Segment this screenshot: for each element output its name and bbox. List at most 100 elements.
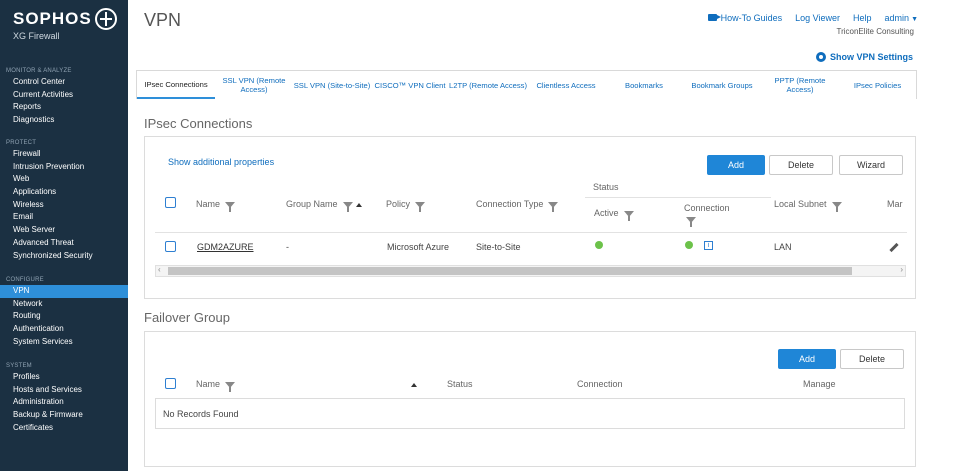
scroll-left-icon[interactable]: ‹ <box>158 265 161 274</box>
active-column-label: Active <box>594 208 619 218</box>
nav-section-configure: CONFIGURE VPN Network Routing Authentica… <box>0 275 128 348</box>
admin-menu[interactable]: admin ▼ <box>885 13 918 23</box>
edit-pencil-icon[interactable] <box>889 242 899 253</box>
sidebar-item-current-activities[interactable]: Current Activities <box>0 89 128 102</box>
sidebar-item-profiles[interactable]: Profiles <box>0 371 128 384</box>
howto-guides-link[interactable]: How-To Guides <box>707 13 783 23</box>
sidebar: SOPHOS XG Firewall MONITOR & ANALYZE Con… <box>0 0 128 471</box>
filter-icon[interactable] <box>415 201 426 212</box>
active-column-header[interactable]: Active <box>594 208 634 221</box>
filter-icon[interactable] <box>623 210 634 221</box>
group-name-column-label: Group Name <box>286 199 338 209</box>
gear-icon <box>815 52 826 62</box>
failover-panel: Add Delete Name Status Connection Manage… <box>144 331 916 467</box>
status-divider <box>585 197 771 198</box>
failover-status-column-header: Status <box>447 379 473 389</box>
wizard-button[interactable]: Wizard <box>839 155 903 175</box>
filter-icon[interactable] <box>225 381 236 392</box>
tab-bookmark-groups[interactable]: Bookmark Groups <box>683 71 761 99</box>
filter-icon[interactable] <box>831 201 842 212</box>
sidebar-item-reports[interactable]: Reports <box>0 101 128 114</box>
sidebar-item-applications[interactable]: Applications <box>0 186 128 199</box>
globe-icon <box>95 8 117 30</box>
horizontal-scrollbar[interactable]: ‹ › <box>155 265 906 277</box>
sidebar-item-email[interactable]: Email <box>0 211 128 224</box>
tab-cisco-vpn-client[interactable]: CISCO™ VPN Client <box>371 71 449 99</box>
scrollbar-thumb[interactable] <box>168 267 852 275</box>
row-divider <box>155 232 907 233</box>
sidebar-item-wireless[interactable]: Wireless <box>0 199 128 212</box>
tab-bookmarks[interactable]: Bookmarks <box>605 71 683 99</box>
sidebar-item-backup-firmware[interactable]: Backup & Firmware <box>0 409 128 422</box>
video-icon <box>707 14 721 21</box>
connection-type-column-header[interactable]: Connection Type <box>476 199 559 212</box>
sidebar-item-administration[interactable]: Administration <box>0 396 128 409</box>
help-link[interactable]: Help <box>853 13 872 23</box>
sort-up-icon[interactable] <box>355 202 362 207</box>
failover-name-column-label: Name <box>196 379 221 389</box>
sidebar-item-system-services[interactable]: System Services <box>0 336 128 349</box>
group-name-cell: - <box>286 242 289 252</box>
howto-guides-label: How-To Guides <box>720 13 783 23</box>
policy-column-header[interactable]: Policy <box>386 199 426 212</box>
sidebar-item-routing[interactable]: Routing <box>0 310 128 323</box>
no-records-text: No Records Found <box>163 409 239 419</box>
scroll-right-icon[interactable]: › <box>900 265 903 274</box>
filter-icon[interactable] <box>548 201 559 212</box>
local-subnet-column-label: Local Subnet <box>774 199 827 209</box>
failover-delete-button[interactable]: Delete <box>840 349 904 369</box>
tab-ipsec-connections[interactable]: IPsec Connections <box>137 71 215 99</box>
show-additional-properties-link[interactable]: Show additional properties <box>168 157 274 167</box>
log-viewer-link[interactable]: Log Viewer <box>795 13 840 23</box>
name-column-header[interactable]: Name <box>196 199 236 212</box>
sidebar-item-intrusion-prevention[interactable]: Intrusion Prevention <box>0 161 128 174</box>
tab-l2tp[interactable]: L2TP (Remote Access) <box>449 71 527 99</box>
sidebar-item-diagnostics[interactable]: Diagnostics <box>0 114 128 127</box>
sidebar-item-web[interactable]: Web <box>0 173 128 186</box>
add-button[interactable]: Add <box>707 155 765 175</box>
info-icon[interactable]: i <box>704 241 713 250</box>
sidebar-item-hosts-and-services[interactable]: Hosts and Services <box>0 384 128 397</box>
sidebar-item-vpn[interactable]: VPN <box>0 285 128 298</box>
failover-add-button[interactable]: Add <box>778 349 836 369</box>
nav-heading: CONFIGURE <box>6 277 44 283</box>
connection-type-cell: Site-to-Site <box>476 242 521 252</box>
nav-heading: SYSTEM <box>6 363 32 369</box>
policy-cell: Microsoft Azure <box>387 242 450 252</box>
filter-icon[interactable] <box>686 217 696 227</box>
nav-section-monitor: MONITOR & ANALYZE Control Center Current… <box>0 66 128 127</box>
sidebar-item-control-center[interactable]: Control Center <box>0 76 128 89</box>
failover-select-all-checkbox[interactable] <box>165 378 176 389</box>
sidebar-item-web-server[interactable]: Web Server <box>0 224 128 237</box>
select-all-checkbox[interactable] <box>165 197 176 208</box>
failover-name-column-header[interactable]: Name <box>196 379 236 392</box>
tab-clientless-access[interactable]: Clientless Access <box>527 71 605 99</box>
tab-ssl-vpn-site[interactable]: SSL VPN (Site-to-Site) <box>293 71 371 99</box>
manage-column-header: Mar <box>887 199 903 209</box>
show-vpn-settings-button[interactable]: Show VPN Settings <box>815 52 913 62</box>
nav-section-protect: PROTECT Firewall Intrusion Prevention We… <box>0 138 128 262</box>
row-checkbox[interactable] <box>165 241 176 252</box>
product-name: XG Firewall <box>13 31 60 41</box>
sidebar-item-firewall[interactable]: Firewall <box>0 148 128 161</box>
local-subnet-cell: LAN <box>774 242 792 252</box>
tab-ssl-vpn-remote[interactable]: SSL VPN (Remote Access) <box>215 71 293 99</box>
sidebar-item-synchronized-security[interactable]: Synchronized Security <box>0 250 128 263</box>
delete-button[interactable]: Delete <box>769 155 833 175</box>
sidebar-item-advanced-threat[interactable]: Advanced Threat <box>0 237 128 250</box>
connection-name-link[interactable]: GDM2AZURE <box>197 242 254 252</box>
ipsec-section-title: IPsec Connections <box>144 116 253 131</box>
sidebar-item-network[interactable]: Network <box>0 298 128 311</box>
sidebar-item-authentication[interactable]: Authentication <box>0 323 128 336</box>
sort-up-icon[interactable] <box>411 383 417 387</box>
filter-icon[interactable] <box>342 201 353 212</box>
tab-pptp[interactable]: PPTP (Remote Access) <box>761 71 839 99</box>
local-subnet-column-header[interactable]: Local Subnet <box>774 199 842 212</box>
sidebar-item-certificates[interactable]: Certificates <box>0 422 128 435</box>
group-name-column-header[interactable]: Group Name <box>286 199 362 212</box>
tab-ipsec-policies[interactable]: IPsec Policies <box>839 71 916 99</box>
failover-section-title: Failover Group <box>144 310 230 325</box>
admin-label: admin <box>884 13 910 23</box>
status-column-header: Status <box>593 182 619 192</box>
filter-icon[interactable] <box>225 201 236 212</box>
